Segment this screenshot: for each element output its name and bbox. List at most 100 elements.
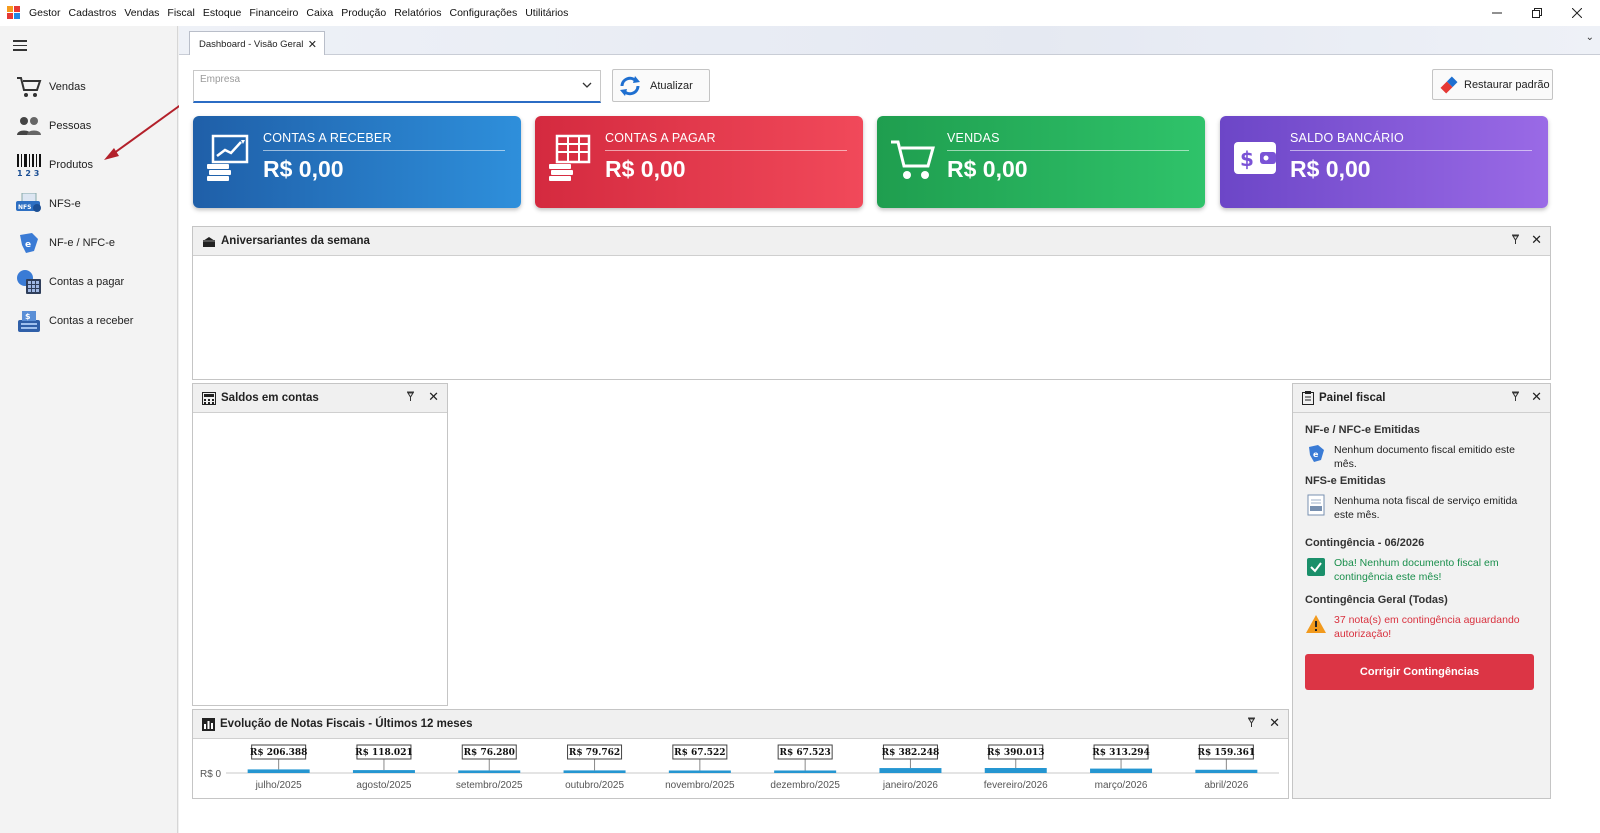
evolucao-chart: R$ 0 R$ 206.388 julho/2025 R$ 118.021 agosto… xyxy=(200,744,1279,791)
data-label: R$ 382.248 xyxy=(882,748,940,758)
kpi-saldo-bancario[interactable]: $ SALDO BANCÁRIO R$ 0,00 xyxy=(1220,116,1548,208)
menu-cadastros[interactable]: Cadastros xyxy=(65,0,121,26)
atualizar-button[interactable]: Atualizar xyxy=(612,69,710,102)
panel-header: Aniversariantes da semana ✕ xyxy=(193,227,1550,256)
sidebar-item-label: Produtos xyxy=(49,159,94,171)
pin-icon[interactable] xyxy=(1511,234,1520,247)
chart-bar xyxy=(1195,769,1258,773)
restore-button[interactable] xyxy=(1520,0,1554,26)
barcode-icon: 1 2 3 xyxy=(16,152,42,178)
pin-icon[interactable] xyxy=(406,391,415,404)
close-icon[interactable]: ✕ xyxy=(1531,389,1542,405)
menu-estoque[interactable]: Estoque xyxy=(199,0,246,26)
cart-icon xyxy=(16,74,42,100)
tab-dashboard[interactable]: Dashboard - Visão Geral ✕ xyxy=(189,31,325,56)
kpi-contas-receber[interactable]: CONTAS A RECEBER R$ 0,00 xyxy=(193,116,521,208)
sidebar-item-vendas[interactable]: Vendas xyxy=(16,73,166,101)
kpi-value: R$ 0,00 xyxy=(947,156,1028,182)
panel-title: Aniversariantes da semana xyxy=(221,235,370,247)
data-label: R$ 79.762 xyxy=(569,748,620,758)
kpi-vendas[interactable]: VENDAS R$ 0,00 xyxy=(877,116,1205,208)
menu-fiscal[interactable]: Fiscal xyxy=(163,0,198,26)
data-label: R$ 206.388 xyxy=(250,748,308,758)
chart-bar xyxy=(563,770,626,773)
app-name: Gestor xyxy=(29,7,61,19)
minimize-button[interactable] xyxy=(1480,0,1514,26)
x-tick-label: dezembro/2025 xyxy=(770,780,840,791)
contingencia-heading: Contingência - 06/2026 xyxy=(1305,537,1425,549)
panel-saldos-contas: Saldos em contas ✕ xyxy=(192,383,448,706)
nfse-icon: NFS xyxy=(16,191,42,217)
sidebar-item-label: NFS-e xyxy=(49,198,81,210)
chart-bar xyxy=(668,770,731,773)
sidebar-item-label: Pessoas xyxy=(49,120,92,132)
menu-vendas[interactable]: Vendas xyxy=(120,0,163,26)
panel-title: Painel fiscal xyxy=(1319,392,1386,404)
kpi-title: VENDAS xyxy=(947,131,1000,145)
data-label: R$ 67.523 xyxy=(779,748,830,758)
data-label: R$ 118.021 xyxy=(355,748,413,758)
close-icon xyxy=(1572,8,1582,18)
y-tick-label: R$ 0 xyxy=(200,769,222,780)
x-tick-label: setembro/2025 xyxy=(456,780,523,791)
menu-caixa[interactable]: Caixa xyxy=(302,0,337,26)
kpi-title: SALDO BANCÁRIO xyxy=(1290,131,1404,145)
sidebar-item-label: NF-e / NFC-e xyxy=(49,237,115,249)
x-tick-label: fevereiro/2026 xyxy=(984,780,1048,791)
hamburger-menu-icon[interactable] xyxy=(13,40,27,51)
tab-strip: Dashboard - Visão Geral ✕ ⌄ xyxy=(179,26,1600,56)
panel-fiscal: Painel fiscal ✕ NF-e / NFC-e Emitidas e … xyxy=(1292,383,1551,799)
chart-bar xyxy=(879,768,942,773)
restaurar-padrao-button[interactable]: Restaurar padrão xyxy=(1432,69,1553,100)
menu-utilitarios[interactable]: Utilitários xyxy=(521,0,572,26)
pin-icon[interactable] xyxy=(1247,717,1256,730)
sidebar-item-nfe[interactable]: e NF-e / NFC-e xyxy=(16,229,166,257)
bar-chart-icon xyxy=(202,717,215,731)
sidebar-item-label: Vendas xyxy=(49,81,86,93)
close-icon[interactable]: ✕ xyxy=(1531,232,1542,248)
data-label: R$ 76.280 xyxy=(464,748,515,758)
x-tick-label: janeiro/2026 xyxy=(882,780,938,791)
kpi-title: CONTAS A PAGAR xyxy=(605,131,716,145)
svg-text:$: $ xyxy=(1240,147,1254,171)
money-table-icon xyxy=(549,134,591,181)
close-icon[interactable]: ✕ xyxy=(428,389,439,405)
sidebar-item-contas-receber[interactable]: $ Contas a receber xyxy=(16,307,166,335)
sidebar-item-nfse[interactable]: NFS NFS-e xyxy=(16,190,166,218)
menu-relatorios[interactable]: Relatórios xyxy=(390,0,445,26)
sidebar-item-contas-pagar[interactable]: Contas a pagar xyxy=(16,268,166,296)
svg-text:1 2 3: 1 2 3 xyxy=(17,169,39,177)
cake-icon xyxy=(203,236,215,247)
panel-header: Saldos em contas ✕ xyxy=(193,384,447,413)
contingencia-status-row: Oba! Nenhum documento fiscal em contingê… xyxy=(1305,556,1537,584)
tab-label: Dashboard - Visão Geral xyxy=(199,38,304,50)
money-chart-icon xyxy=(207,134,249,181)
chart-bar xyxy=(984,768,1047,773)
chart-bar xyxy=(247,769,310,773)
menu-bar: Gestor Cadastros Vendas Fiscal Estoque F… xyxy=(0,0,1600,26)
x-tick-label: julho/2025 xyxy=(255,780,303,791)
close-icon[interactable]: ✕ xyxy=(1269,715,1280,731)
kpi-contas-pagar[interactable]: CONTAS A PAGAR R$ 0,00 xyxy=(535,116,863,208)
nfe-status-text: Nenhum documento fiscal emitido este mês… xyxy=(1334,444,1515,470)
x-tick-label: agosto/2025 xyxy=(356,780,411,791)
contingencia-geral-text: 37 nota(s) em contingência aguardando au… xyxy=(1334,614,1520,640)
panel-title: Saldos em contas xyxy=(221,392,319,404)
tab-close-icon[interactable]: ✕ xyxy=(308,38,317,51)
svg-text:e: e xyxy=(1313,450,1319,459)
nfse-status-text: Nenhuma nota fiscal de serviço emitida e… xyxy=(1334,495,1518,521)
corrigir-contingencias-button[interactable]: Corrigir Contingências xyxy=(1305,654,1534,690)
chevron-down-icon[interactable] xyxy=(582,80,592,91)
nfe-status-row: e Nenhum documento fiscal emitido este m… xyxy=(1305,443,1537,471)
pin-icon[interactable] xyxy=(1511,391,1520,404)
x-tick-label: outubro/2025 xyxy=(565,780,624,791)
empresa-select[interactable]: Empresa xyxy=(193,70,601,103)
chevron-down-icon[interactable]: ⌄ xyxy=(1586,32,1594,43)
menu-configuracoes[interactable]: Configurações xyxy=(446,0,522,26)
kpi-divider xyxy=(947,150,1189,151)
close-window-button[interactable] xyxy=(1560,0,1594,26)
menu-financeiro[interactable]: Financeiro xyxy=(245,0,302,26)
menu-producao[interactable]: Produção xyxy=(337,0,390,26)
empresa-placeholder: Empresa xyxy=(200,74,241,85)
restore-icon xyxy=(1532,8,1542,18)
